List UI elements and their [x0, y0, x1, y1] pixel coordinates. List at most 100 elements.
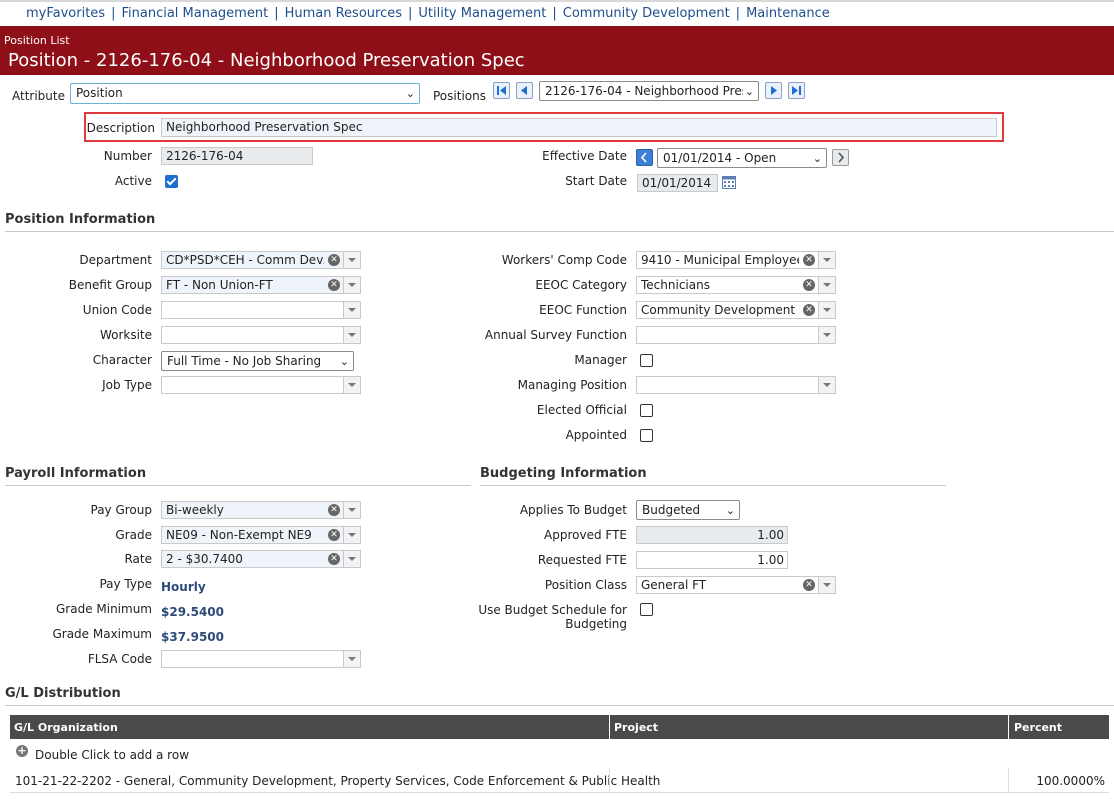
previous-record-button[interactable] [516, 82, 533, 99]
nav-utility-management[interactable]: Utility Management [418, 6, 546, 21]
column-gl-organization[interactable]: G/L Organization [14, 721, 118, 734]
clear-icon[interactable]: ✕ [328, 504, 340, 516]
requested-fte-label: Requested FTE [537, 553, 627, 567]
payroll-information-heading: Payroll Information [5, 466, 147, 481]
requested-fte-field[interactable]: 1.00 [636, 551, 788, 569]
attribute-select[interactable]: Position ⌄ [70, 83, 420, 104]
flsa-code-combo[interactable] [161, 650, 361, 668]
next-record-button[interactable] [765, 82, 782, 99]
annual-survey-label: Annual Survey Function [484, 328, 627, 342]
calendar-icon[interactable] [722, 175, 736, 189]
dropdown-arrow-icon[interactable] [818, 327, 835, 343]
department-combo[interactable]: CD*PSD*CEH - Comm Dev.Pro ✕ [161, 251, 361, 269]
dropdown-arrow-icon[interactable] [343, 527, 360, 543]
pay-group-combo[interactable]: Bi-weekly ✕ [161, 501, 361, 519]
rate-combo[interactable]: 2 - $30.7400 ✕ [161, 550, 361, 568]
dropdown-arrow-icon[interactable] [818, 377, 835, 393]
dropdown-arrow-icon[interactable] [343, 651, 360, 667]
number-label: Number [103, 149, 152, 163]
chevron-down-icon: ⌄ [405, 87, 415, 100]
use-budget-schedule-label: Use Budget Schedule for [478, 603, 627, 617]
managing-position-combo[interactable] [636, 376, 836, 394]
clear-icon[interactable]: ✕ [803, 304, 815, 316]
manager-checkbox[interactable] [640, 354, 653, 367]
nav-community-development[interactable]: Community Development [563, 6, 730, 21]
dropdown-arrow-icon[interactable] [818, 252, 835, 268]
chevron-down-icon: ⌄ [725, 504, 735, 517]
clear-icon[interactable]: ✕ [328, 254, 340, 266]
add-row-hint[interactable]: Double Click to add a row [35, 748, 189, 762]
column-project[interactable]: Project [614, 721, 658, 734]
clear-icon[interactable]: ✕ [803, 579, 815, 591]
clear-icon[interactable]: ✕ [803, 254, 815, 266]
dropdown-arrow-icon[interactable] [343, 551, 360, 567]
benefit-group-combo[interactable]: FT - Non Union-FT ✕ [161, 276, 361, 294]
workers-comp-combo[interactable]: 9410 - Municipal Employees ✕ [636, 251, 836, 269]
character-value: Full Time - No Job Sharing [167, 354, 322, 368]
table-row[interactable]: 101-21-22-2202 - General, Community Deve… [10, 768, 1109, 793]
dropdown-arrow-icon[interactable] [343, 277, 360, 293]
elected-official-checkbox[interactable] [640, 404, 653, 417]
nav-maintenance[interactable]: Maintenance [746, 6, 830, 21]
clear-icon[interactable]: ✕ [328, 529, 340, 541]
attribute-value: Position [76, 86, 123, 100]
eeoc-function-combo[interactable]: Community Development ✕ [636, 301, 836, 319]
gl-grid-header: G/L Organization Project Percent [10, 715, 1109, 739]
department-label: Department [79, 253, 152, 267]
worksite-combo[interactable] [161, 326, 361, 344]
appointed-checkbox[interactable] [640, 429, 653, 442]
clear-icon[interactable]: ✕ [328, 279, 340, 291]
character-select[interactable]: Full Time - No Job Sharing ⌄ [161, 351, 354, 371]
first-record-button[interactable] [493, 82, 510, 99]
next-date-button[interactable] [832, 149, 849, 166]
worksite-label: Worksite [99, 328, 152, 342]
department-value: CD*PSD*CEH - Comm Dev.Pro [166, 253, 324, 267]
annual-survey-combo[interactable] [636, 326, 836, 344]
dropdown-arrow-icon[interactable] [818, 277, 835, 293]
position-class-combo[interactable]: General FT ✕ [636, 576, 836, 594]
number-field[interactable]: 2126-176-04 [161, 147, 313, 165]
dropdown-arrow-icon[interactable] [343, 377, 360, 393]
dropdown-arrow-icon[interactable] [818, 302, 835, 318]
applies-to-budget-select[interactable]: Budgeted ⌄ [636, 500, 740, 520]
start-date-field[interactable]: 01/01/2014 [637, 174, 718, 192]
active-checkbox[interactable] [165, 175, 178, 188]
first-icon [497, 86, 506, 95]
previous-date-button[interactable] [636, 149, 653, 166]
last-icon [792, 86, 801, 95]
add-icon[interactable]: + [16, 745, 28, 757]
column-percent[interactable]: Percent [1014, 721, 1062, 734]
description-field[interactable]: Neighborhood Preservation Spec [161, 118, 997, 137]
approved-fte-field[interactable]: 1.00 [636, 526, 788, 544]
effective-date-label: Effective Date [542, 149, 627, 163]
nav-myfavorites[interactable]: myFavorites [26, 6, 105, 21]
grade-combo[interactable]: NE09 - Non-Exempt NE9 ✕ [161, 526, 361, 544]
job-type-combo[interactable] [161, 376, 361, 394]
benefit-group-value: FT - Non Union-FT [166, 278, 273, 292]
eeoc-category-combo[interactable]: Technicians ✕ [636, 276, 836, 294]
positions-value: 2126-176-04 - Neighborhood Preservation … [545, 84, 743, 98]
appointed-label: Appointed [565, 428, 627, 442]
dropdown-arrow-icon[interactable] [343, 252, 360, 268]
dropdown-arrow-icon[interactable] [818, 577, 835, 593]
job-type-label: Job Type [102, 378, 152, 392]
dropdown-arrow-icon[interactable] [343, 302, 360, 318]
clear-icon[interactable]: ✕ [803, 279, 815, 291]
dropdown-arrow-icon[interactable] [343, 502, 360, 518]
clear-icon[interactable]: ✕ [328, 553, 340, 565]
effective-date-select[interactable]: 01/01/2014 - Open ⌄ [657, 148, 827, 168]
dropdown-arrow-icon[interactable] [343, 327, 360, 343]
union-code-combo[interactable] [161, 301, 361, 319]
previous-icon [640, 152, 647, 163]
workers-comp-label: Workers' Comp Code [501, 253, 627, 267]
position-class-label: Position Class [544, 578, 627, 592]
positions-select[interactable]: 2126-176-04 - Neighborhood Preservation … [539, 81, 759, 101]
use-budget-schedule-checkbox[interactable] [640, 603, 653, 616]
nav-human-resources[interactable]: Human Resources [285, 6, 402, 21]
last-record-button[interactable] [788, 82, 805, 99]
breadcrumb[interactable]: Position List [4, 34, 70, 47]
nav-financial-management[interactable]: Financial Management [121, 6, 268, 21]
top-navigation: myFavorites | Financial Management | Human R… [0, 0, 1114, 26]
grade-maximum-label: Grade Maximum [52, 627, 152, 641]
pay-group-value: Bi-weekly [166, 503, 224, 517]
